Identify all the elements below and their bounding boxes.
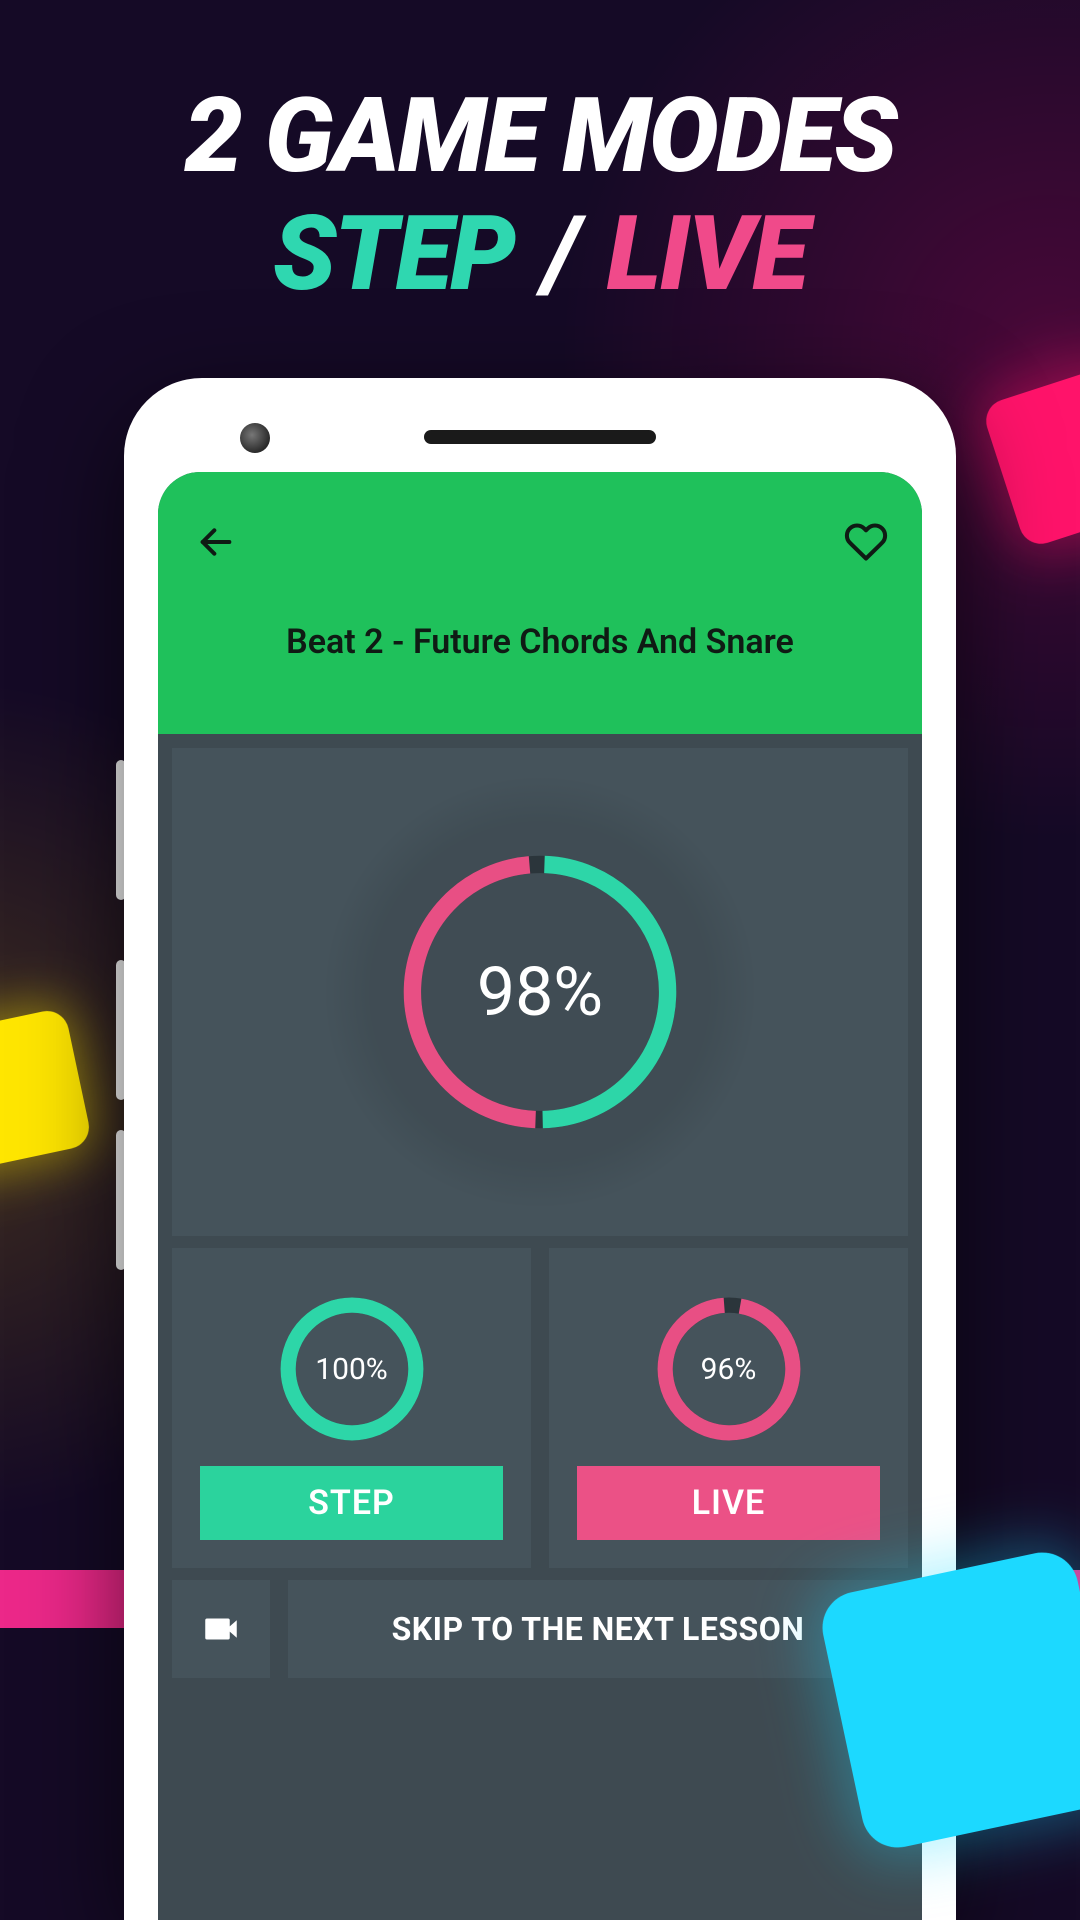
skip-lesson-button[interactable]: SKIP TO THE NEXT LESSON	[288, 1580, 908, 1678]
step-mode-card: 100% STEP	[172, 1248, 531, 1568]
video-button[interactable]	[172, 1580, 270, 1678]
live-button-label: LIVE	[692, 1483, 765, 1523]
app-content: 98% 100% STEP	[158, 734, 922, 1692]
app-top-bar: Beat 2 - Future Chords And Snare	[158, 472, 922, 734]
headline-step: STEP	[273, 194, 514, 315]
step-score-value: 100%	[276, 1272, 428, 1466]
video-camera-icon	[200, 1608, 242, 1650]
back-button[interactable]	[188, 514, 244, 570]
skip-lesson-label: SKIP TO THE NEXT LESSON	[392, 1610, 805, 1648]
promo-headline: 2 GAME MODES STEP / LIVE	[0, 85, 1080, 307]
app-screen: Beat 2 - Future Chords And Snare 98%	[158, 472, 922, 1920]
favorite-button[interactable]	[838, 514, 894, 570]
overall-score-card: 98%	[172, 748, 908, 1236]
phone-camera-decoration	[240, 423, 270, 453]
phone-speaker-decoration	[424, 430, 656, 444]
heart-icon	[844, 520, 888, 564]
overall-score-value: 98%	[395, 847, 685, 1137]
headline-line1: 2 GAME MODES	[0, 85, 1080, 189]
live-mode-card: 96% LIVE	[549, 1248, 908, 1568]
live-button[interactable]: LIVE	[577, 1466, 880, 1540]
lesson-title: Beat 2 - Future Chords And Snare	[158, 622, 922, 662]
step-button-label: STEP	[308, 1483, 395, 1523]
step-button[interactable]: STEP	[200, 1466, 503, 1540]
headline-live: LIVE	[607, 194, 807, 315]
live-score-value: 96%	[653, 1272, 805, 1466]
phone-mockup: Beat 2 - Future Chords And Snare 98%	[124, 378, 956, 1920]
arrow-left-icon	[196, 522, 236, 562]
headline-slash: /	[544, 194, 577, 315]
